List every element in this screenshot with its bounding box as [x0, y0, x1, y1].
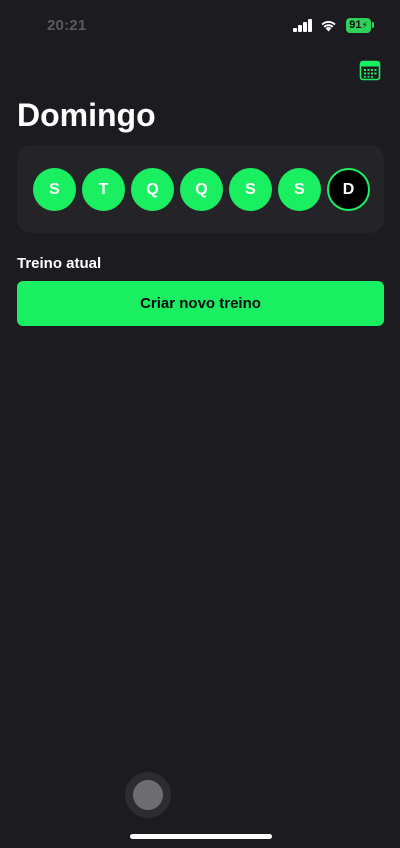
assistive-touch-inner — [133, 780, 163, 810]
day-sunday-selected[interactable]: D — [327, 168, 370, 211]
charging-bolt-icon: ⚡ — [361, 20, 368, 30]
day-sunday-monday[interactable]: S — [33, 168, 76, 211]
status-bar: 20:21 91⚡ — [0, 0, 400, 52]
calendar-icon[interactable] — [359, 59, 381, 81]
home-indicator[interactable] — [130, 834, 272, 839]
battery-level: 91 — [349, 19, 362, 31]
day-saturday[interactable]: S — [278, 168, 321, 211]
day-wednesday[interactable]: Q — [131, 168, 174, 211]
day-friday[interactable]: S — [229, 168, 272, 211]
signal-icon — [293, 19, 313, 32]
page-title: Domingo — [17, 97, 156, 133]
day-thursday[interactable]: Q — [180, 168, 223, 211]
battery-cap — [372, 22, 374, 28]
week-selector: S T Q Q S S D — [17, 145, 384, 233]
day-row: S T Q Q S S D — [33, 168, 370, 211]
status-time: 20:21 — [47, 17, 87, 34]
wifi-icon — [321, 21, 336, 32]
battery-icon: 91⚡ — [346, 18, 371, 33]
assistive-touch-button[interactable] — [125, 772, 171, 818]
day-tuesday[interactable]: T — [82, 168, 125, 211]
create-workout-button[interactable]: Criar novo treino — [17, 281, 384, 326]
current-workout-label: Treino atual — [17, 255, 102, 272]
